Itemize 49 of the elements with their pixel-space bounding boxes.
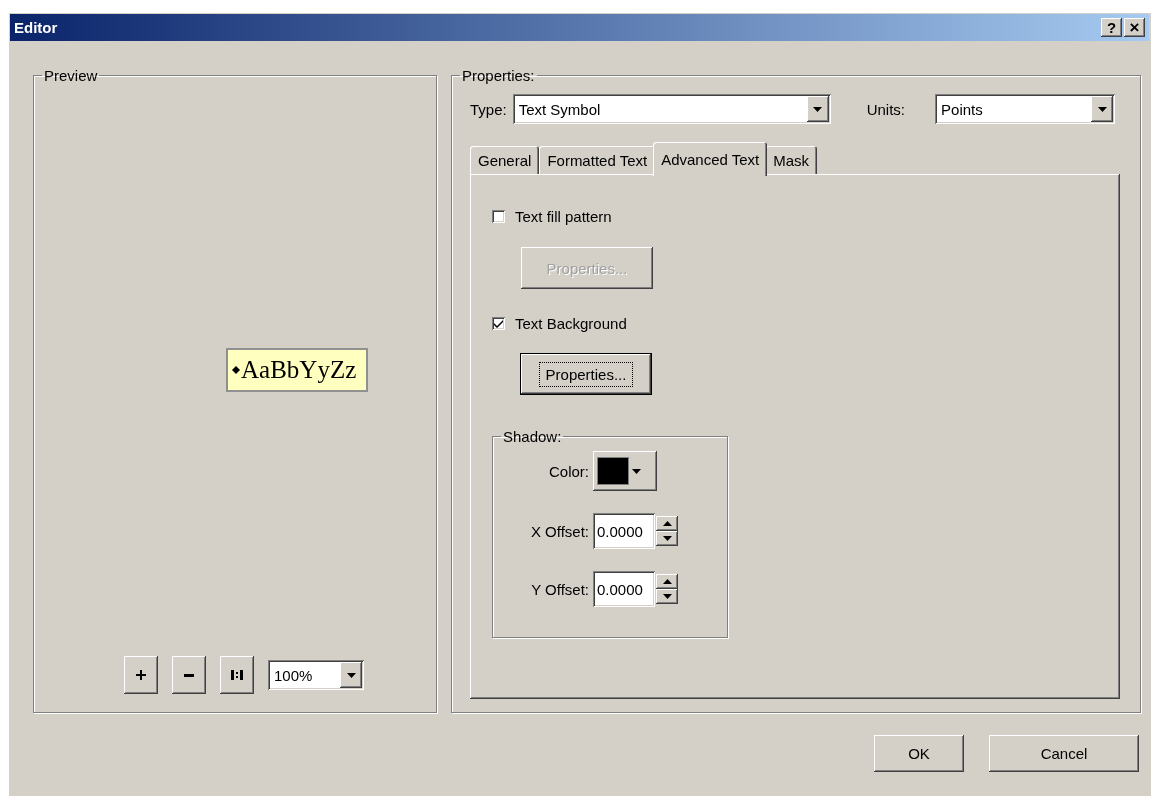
spin-up-button[interactable] [656,516,678,531]
offset-label: X Offset: [530,522,589,540]
checkbox[interactable] [492,210,505,223]
actual-size-icon [231,670,243,680]
color-label: Color: [549,462,589,480]
down-arrow-icon [632,468,641,474]
up-arrow-icon [662,521,672,526]
group-title: Shadow: [502,428,563,445]
tab[interactable]: General [470,146,540,174]
offset-label: Y Offset: [531,580,589,598]
group-title: Properties: [461,67,536,84]
tab[interactable]: Mask [765,146,818,174]
type-label: Type: [470,100,507,118]
spin-down-button[interactable] [656,531,678,546]
checkbox[interactable] [492,317,505,330]
group-title: Preview [43,67,99,84]
zoom-in-button[interactable] [124,656,158,694]
up-arrow-icon [662,579,672,584]
spin-down-button[interactable] [656,589,678,604]
window-title: Editor [14,19,58,36]
close-button[interactable]: × [1124,18,1145,37]
tab[interactable]: Advanced Text [653,142,768,176]
checkbox-label: Text Background [515,315,627,332]
dialog-button[interactable]: OK [874,735,964,772]
check-icon [494,319,503,328]
tab[interactable]: Formatted Text [539,146,656,174]
down-arrow-icon [346,672,356,678]
spin-up-button[interactable] [656,574,678,589]
properties-button[interactable]: Properties... [521,354,651,394]
offset-field[interactable]: 0.0000 [593,571,655,607]
minus-icon [184,673,194,677]
help-button[interactable]: ? [1101,18,1122,37]
anchor-icon [232,366,240,374]
plus-icon [136,670,146,680]
units-label: Units: [866,100,906,118]
down-arrow-icon [662,536,672,541]
color-picker-button[interactable] [593,451,657,491]
sample-text: AaBbYyZz [241,356,357,384]
units-dropdown[interactable]: Points [935,94,1116,124]
actual-size-button[interactable] [220,656,254,694]
offset-field[interactable]: 0.0000 [593,513,655,549]
type-dropdown[interactable]: Text Symbol [512,94,831,124]
checkbox-label: Text fill pattern [515,208,612,225]
down-arrow-icon [662,594,672,599]
down-arrow-icon [813,106,823,112]
zoom-dropdown[interactable]: 100% [268,660,364,690]
zoom-out-button[interactable] [172,656,206,694]
down-arrow-icon [1097,106,1107,112]
dialog-button[interactable]: Cancel [989,735,1139,772]
